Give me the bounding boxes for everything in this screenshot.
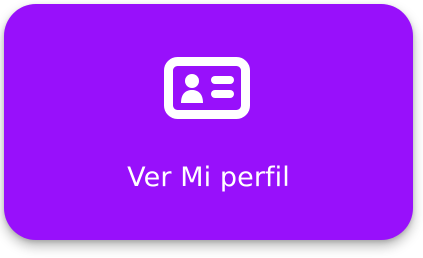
card-label: Ver Mi perfil: [127, 162, 290, 193]
view-profile-button[interactable]: Ver Mi perfil: [4, 4, 413, 240]
id-card-icon: [164, 57, 250, 119]
